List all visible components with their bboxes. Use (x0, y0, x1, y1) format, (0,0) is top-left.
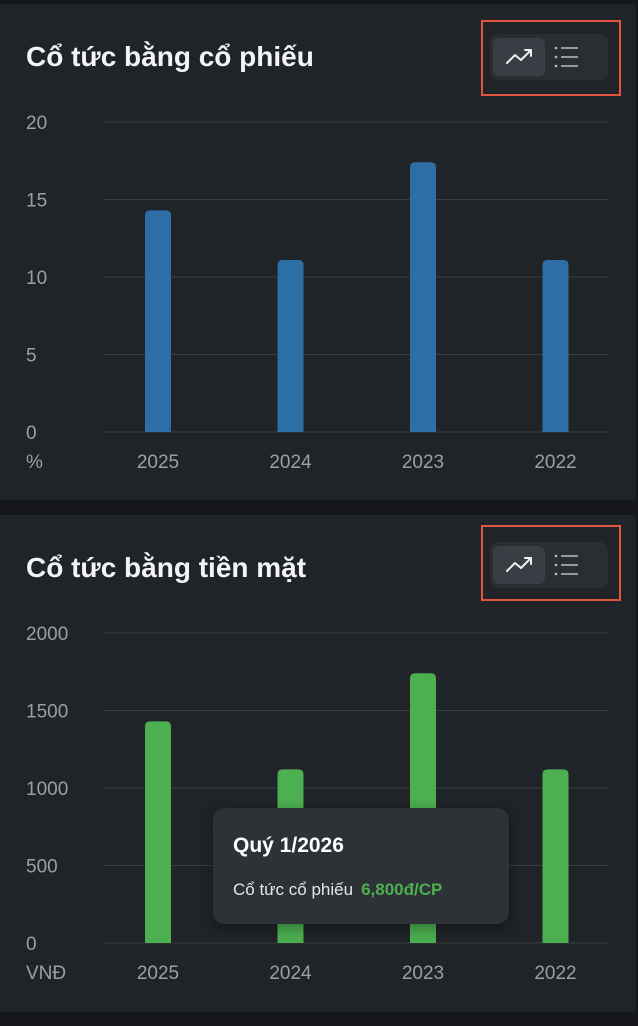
x-tick-label: 2025 (137, 963, 179, 984)
y-tick-label: 20 (26, 113, 47, 134)
view-toggle-highlight (481, 525, 621, 601)
stock-dividend-title: Cổ tức bằng cổ phiếu (26, 41, 314, 72)
x-tick-label: 2022 (534, 963, 576, 984)
y-tick-label: 15 (26, 191, 47, 212)
y-tick-label: 0 (26, 423, 37, 444)
x-tick-label: 2024 (269, 452, 312, 473)
y-tick-label: 1500 (26, 702, 68, 723)
x-tick-label: 2022 (534, 452, 576, 473)
bar-2022[interactable] (542, 769, 569, 943)
cash-dividend-chart: 0 500 1000 1500 2000 VNĐ 2025 2024 2023 2022 (26, 624, 608, 984)
bar-2022[interactable] (542, 259, 569, 432)
y-tick-label: 10 (26, 268, 47, 289)
x-tick-label: 2023 (402, 963, 444, 984)
tooltip-title: Quý 1/2026 (233, 834, 344, 857)
tooltip-value: 6,800đ/CP (361, 880, 443, 899)
chart-tooltip: Quý 1/2026 Cổ tức cổ phiếu 6,800đ/CP (213, 808, 509, 924)
y-unit-label: % (26, 452, 43, 473)
y-unit-label: VNĐ (26, 963, 66, 984)
y-tick-label: 5 (26, 346, 37, 367)
x-tick-label: 2025 (137, 452, 179, 473)
bar-2025[interactable] (145, 721, 171, 943)
tooltip-row: Cổ tức cổ phiếu 6,800đ/CP (233, 880, 442, 900)
y-tick-label: 1000 (26, 779, 68, 800)
x-tick-label: 2024 (269, 963, 312, 984)
cash-dividend-title: Cổ tức bằng tiền mặt (26, 552, 307, 583)
tooltip-label: Cổ tức cổ phiếu (233, 880, 354, 899)
view-toggle-highlight (481, 20, 621, 96)
y-tick-label: 500 (26, 857, 58, 878)
y-tick-label: 0 (26, 934, 37, 955)
stock-dividend-chart: 0 5 10 15 20% 2025 2024 2023 2022 (26, 113, 608, 473)
bar-2024[interactable] (277, 259, 304, 432)
bar-2025[interactable] (145, 210, 171, 432)
x-tick-label: 2023 (402, 452, 444, 473)
bar-2023[interactable] (410, 162, 436, 433)
y-tick-label: 2000 (26, 624, 68, 645)
